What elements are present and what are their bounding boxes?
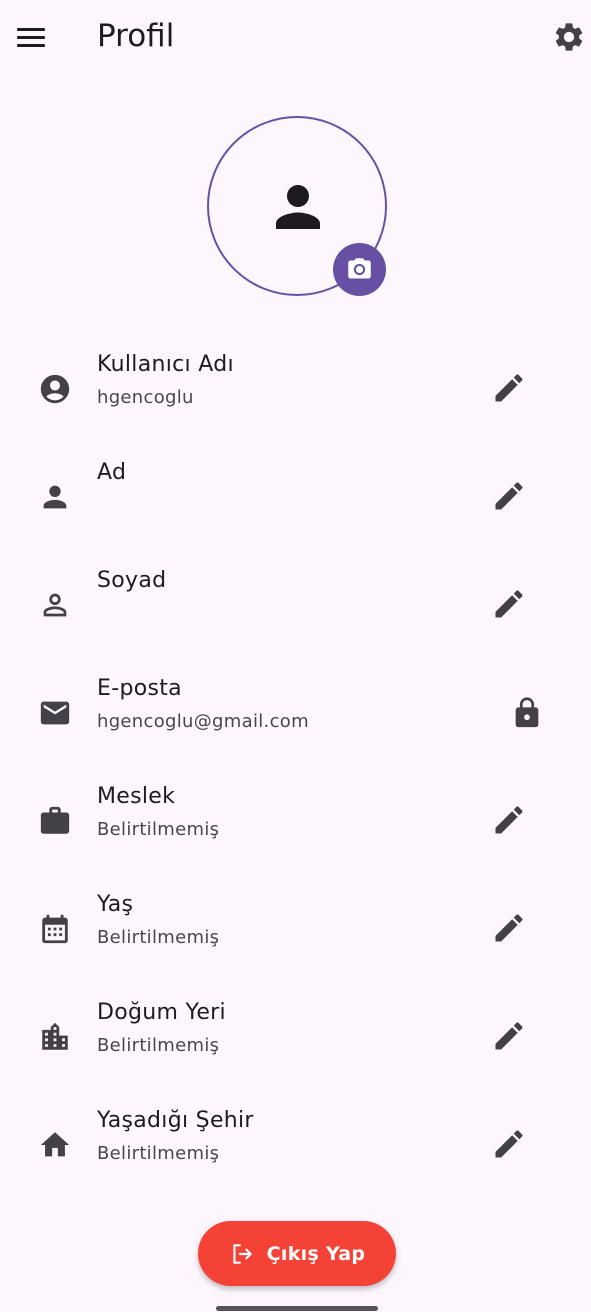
field-row-birthplace: Doğum Yeri Belirtilmemiş	[0, 998, 591, 1106]
field-row-email: E-posta hgencoglu@gmail.com	[0, 674, 591, 782]
logout-button[interactable]: Çıkış Yap	[198, 1221, 396, 1286]
field-value: Belirtilmemiş	[97, 1035, 220, 1056]
field-label: Ad	[97, 460, 127, 485]
mail-icon	[40, 701, 70, 725]
person-icon	[276, 185, 320, 229]
field-row-age: Yaş Belirtilmemiş	[0, 890, 591, 998]
briefcase-icon	[40, 806, 70, 834]
edit-icon[interactable]	[491, 910, 527, 946]
account-circle-icon	[40, 374, 70, 404]
edit-icon[interactable]	[491, 586, 527, 622]
calendar-icon	[42, 914, 68, 944]
field-label: Yaş	[97, 892, 134, 917]
lock-icon	[515, 697, 539, 728]
field-row-city: Yaşadığı Şehir Belirtilmemiş	[0, 1106, 591, 1214]
field-row-occupation: Meslek Belirtilmemiş	[0, 782, 591, 890]
camera-icon	[348, 258, 371, 279]
field-label: Doğum Yeri	[97, 1000, 226, 1025]
city-icon	[42, 1022, 68, 1050]
change-photo-button[interactable]	[333, 243, 386, 296]
person-icon	[43, 485, 67, 509]
edit-icon[interactable]	[491, 802, 527, 838]
edit-icon[interactable]	[491, 1018, 527, 1054]
profile-avatar-section	[207, 116, 387, 296]
gear-icon	[555, 23, 583, 51]
logout-label: Çıkış Yap	[266, 1242, 366, 1265]
page-title: Profil	[97, 18, 175, 54]
field-label: Kullanıcı Adı	[97, 352, 234, 377]
field-row-last-name: Soyad	[0, 566, 591, 674]
app-bar: Profil	[0, 0, 591, 74]
person-outline-icon	[43, 593, 67, 617]
settings-button[interactable]	[552, 20, 586, 54]
field-value: hgencoglu@gmail.com	[97, 711, 309, 732]
field-row-first-name: Ad	[0, 458, 591, 566]
edit-icon[interactable]	[491, 1126, 527, 1162]
field-value: Belirtilmemiş	[97, 927, 220, 948]
edit-icon[interactable]	[491, 370, 527, 406]
field-value: hgencoglu	[97, 387, 194, 408]
field-row-username: Kullanıcı Adı hgencoglu	[0, 350, 591, 458]
field-label: Soyad	[97, 568, 167, 593]
field-label: Meslek	[97, 784, 176, 809]
field-value: Belirtilmemiş	[97, 819, 220, 840]
logout-icon	[232, 1243, 252, 1264]
hamburger-menu-icon	[17, 28, 45, 31]
field-label: Yaşadığı Şehir	[97, 1108, 254, 1133]
home-icon	[40, 1132, 70, 1157]
field-label: E-posta	[97, 676, 182, 701]
edit-icon[interactable]	[491, 478, 527, 514]
field-value: Belirtilmemiş	[97, 1143, 220, 1164]
gesture-navigation-bar[interactable]	[216, 1306, 378, 1311]
menu-button[interactable]	[14, 22, 48, 52]
